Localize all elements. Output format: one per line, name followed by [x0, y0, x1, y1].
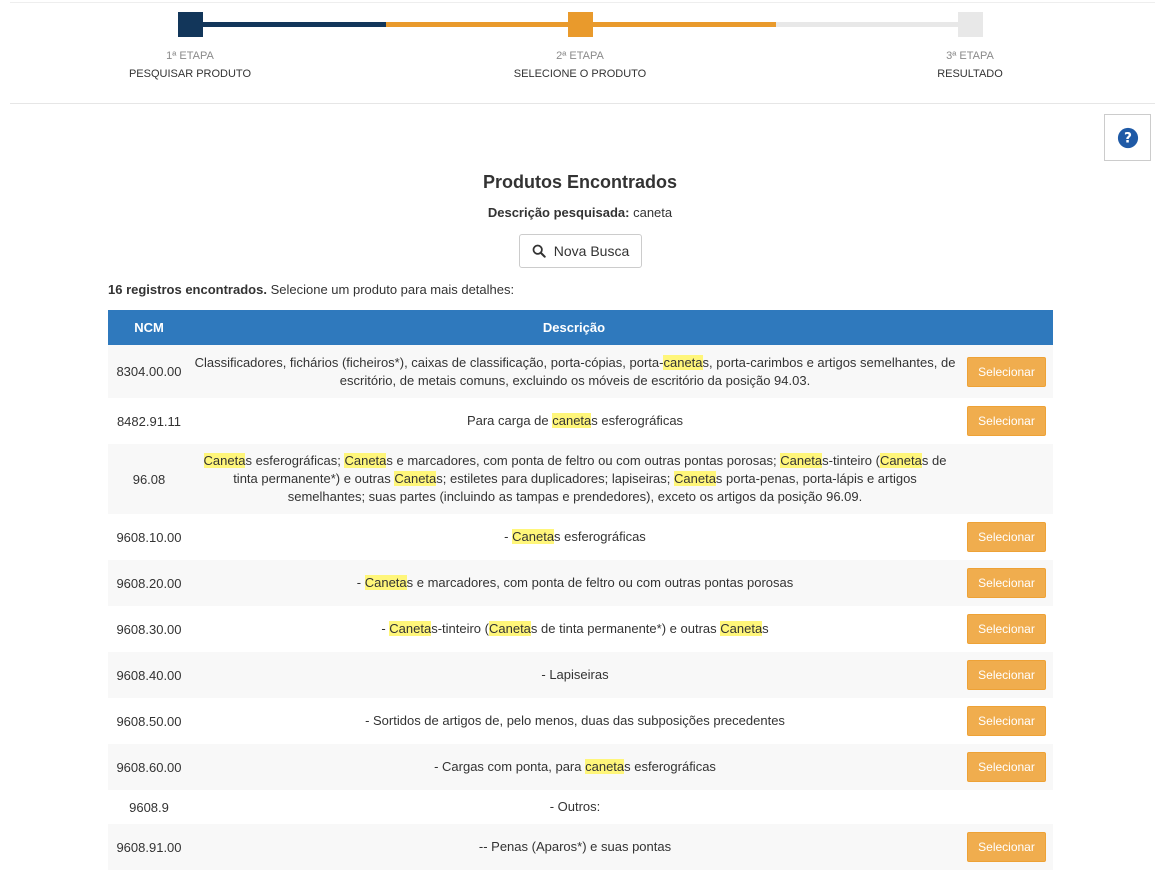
search-term-highlight: caneta [552, 413, 592, 428]
results-hint: Selecione um produto para mais detalhes: [270, 282, 515, 297]
ncm-cell: 8304.00.00 [116, 364, 182, 379]
action-cell: Selecionar [960, 660, 1053, 690]
table-row: 9608.30.00 - Canetas-tinteiro (Canetas de… [108, 606, 1053, 652]
action-cell: Selecionar [960, 568, 1053, 598]
step-line-pending [776, 22, 970, 27]
step-2-number: 2ª ETAPA [556, 50, 604, 62]
table-row: 9608.40.00 - Lapiseiras Selecionar [108, 652, 1053, 698]
search-term-highlight: caneta [663, 354, 703, 370]
ncm-cell: 9608.40.00 [116, 667, 182, 683]
results-summary: 16 registros encontrados. Selecione um p… [108, 282, 514, 297]
table-body: 8304.00.00 Classificadores, fichários (fi… [108, 345, 1053, 870]
table-row: 8482.91.11 Para carga de canetas esferogr… [108, 398, 1053, 444]
search-term-highlight: Caneta [364, 575, 407, 590]
top-divider [10, 2, 1155, 3]
results-count: 16 registros encontrados. [108, 282, 267, 297]
description-cell: - Lapiseiras [541, 667, 609, 682]
description-cell: - Sortidos de artigos de, pelo menos, du… [365, 713, 785, 728]
table-row: 9608.20.00 - Canetas e marcadores, com po… [108, 560, 1053, 606]
action-cell: Selecionar [960, 406, 1053, 436]
search-term-highlight: Caneta [512, 529, 555, 544]
column-header-description: Descrição [542, 320, 606, 335]
ncm-cell: 96.08 [132, 471, 166, 487]
description-cell: - Cargas com ponta, para canetas esferog… [434, 759, 716, 774]
search-term-highlight: Caneta [879, 453, 922, 468]
action-cell: Selecionar [960, 832, 1053, 862]
search-term-highlight: caneta [585, 759, 625, 774]
progress-stepper: 1ª ETAPA PESQUISAR PRODUTO 2ª ETAPA SELE… [0, 0, 1165, 104]
step-3-number: 3ª ETAPA [946, 50, 994, 62]
table-row: 9608.91.00 -- Penas (Aparos*) e suas pont… [108, 824, 1053, 870]
svg-text:?: ? [1124, 130, 1132, 146]
table-row: 9608.10.00 - Canetas esferográficas Seleci… [108, 514, 1053, 560]
select-button[interactable]: Selecionar [967, 706, 1046, 736]
step-2-marker [568, 12, 593, 37]
ncm-cell: 9608.9 [129, 799, 169, 815]
searched-description: Descrição pesquisada: caneta [0, 205, 1160, 220]
select-button[interactable]: Selecionar [967, 832, 1046, 862]
step-3-name: RESULTADO [937, 68, 1003, 80]
description-cell: - Canetas esferográficas [504, 529, 646, 544]
step-2-name: SELECIONE O PRODUTO [513, 68, 647, 80]
step-3-marker [958, 12, 983, 37]
new-search-label: Nova Busca [553, 243, 630, 259]
action-cell: Selecionar [960, 522, 1053, 552]
action-cell: Selecionar [960, 356, 1053, 387]
new-search-button[interactable]: Nova Busca [519, 234, 642, 268]
ncm-cell: 9608.30.00 [116, 621, 182, 637]
description-cell: Para carga de canetas esferográficas [466, 413, 684, 428]
column-header-ncm: NCM [134, 320, 164, 335]
select-button[interactable]: Selecionar [967, 522, 1046, 552]
step-line-active-right [580, 22, 776, 27]
step-1-number: 1ª ETAPA [166, 50, 214, 62]
page-title: Produtos Encontrados [482, 172, 677, 192]
table-row: 9608.50.00 - Sortidos de artigos de, pelo… [108, 698, 1053, 744]
search-term-highlight: Caneta [344, 453, 387, 468]
action-cell: Selecionar [960, 752, 1053, 782]
select-button[interactable]: Selecionar [967, 752, 1046, 782]
ncm-cell: 9608.91.00 [116, 839, 182, 855]
ncm-cell: 9608.20.00 [116, 575, 182, 591]
description-cell: - Outros: [549, 799, 601, 814]
search-term-highlight: Caneta [203, 453, 246, 468]
select-button[interactable]: Selecionar [967, 660, 1046, 690]
search-term-highlight: Caneta [488, 621, 531, 636]
search-term-highlight: Caneta [720, 621, 763, 636]
question-circle-icon: ? [1117, 127, 1138, 148]
stepper-divider [10, 103, 1155, 104]
ncm-cell: 8482.91.11 [116, 413, 182, 429]
action-cell: Selecionar [960, 614, 1053, 644]
search-term-highlight: Caneta [394, 471, 437, 486]
ncm-cell: 9608.50.00 [116, 713, 182, 729]
select-button[interactable]: Selecionar [967, 356, 1046, 387]
step-1-marker [178, 12, 203, 37]
table-header: NCM Descrição [108, 310, 1053, 345]
description-cell: -- Penas (Aparos*) e suas pontas [478, 839, 672, 854]
description-cell: - Canetas-tinteiro (Canetas de tinta per… [381, 621, 769, 636]
action-cell: Selecionar [960, 706, 1053, 736]
search-term-highlight: Caneta [389, 621, 432, 636]
search-term-highlight: Caneta [780, 453, 823, 468]
select-button[interactable]: Selecionar [967, 568, 1046, 598]
table-row: 96.08 Canetas esferográficas; Canetas e m… [108, 444, 1053, 514]
search-icon [532, 244, 546, 258]
searched-value: caneta [633, 205, 673, 220]
description-cell: - Canetas e marcadores, com ponta de fel… [356, 575, 794, 590]
description-cell: Canetas esferográficas; Canetas e marcad… [203, 453, 947, 504]
help-button[interactable]: ? [1104, 114, 1151, 161]
select-button[interactable]: Selecionar [967, 406, 1046, 436]
step-1-name: PESQUISAR PRODUTO [128, 68, 252, 80]
step-line-active-left [386, 22, 580, 27]
select-button[interactable]: Selecionar [967, 614, 1046, 644]
table-row: 9608.60.00 - Cargas com ponta, para canet… [108, 744, 1053, 790]
step-line-complete [190, 22, 386, 27]
description-cell: Classificadores, fichários (ficheiros*),… [194, 354, 956, 388]
searched-label: Descrição pesquisada: [487, 205, 630, 220]
table-row: 8304.00.00 Classificadores, fichários (fi… [108, 345, 1053, 398]
ncm-cell: 9608.60.00 [116, 759, 182, 775]
search-term-highlight: Caneta [674, 471, 716, 486]
results-table: NCM Descrição 8304.00.00 Classificadores,… [108, 310, 1053, 870]
ncm-cell: 9608.10.00 [116, 529, 182, 545]
table-row: 9608.9 - Outros: [108, 790, 1053, 824]
